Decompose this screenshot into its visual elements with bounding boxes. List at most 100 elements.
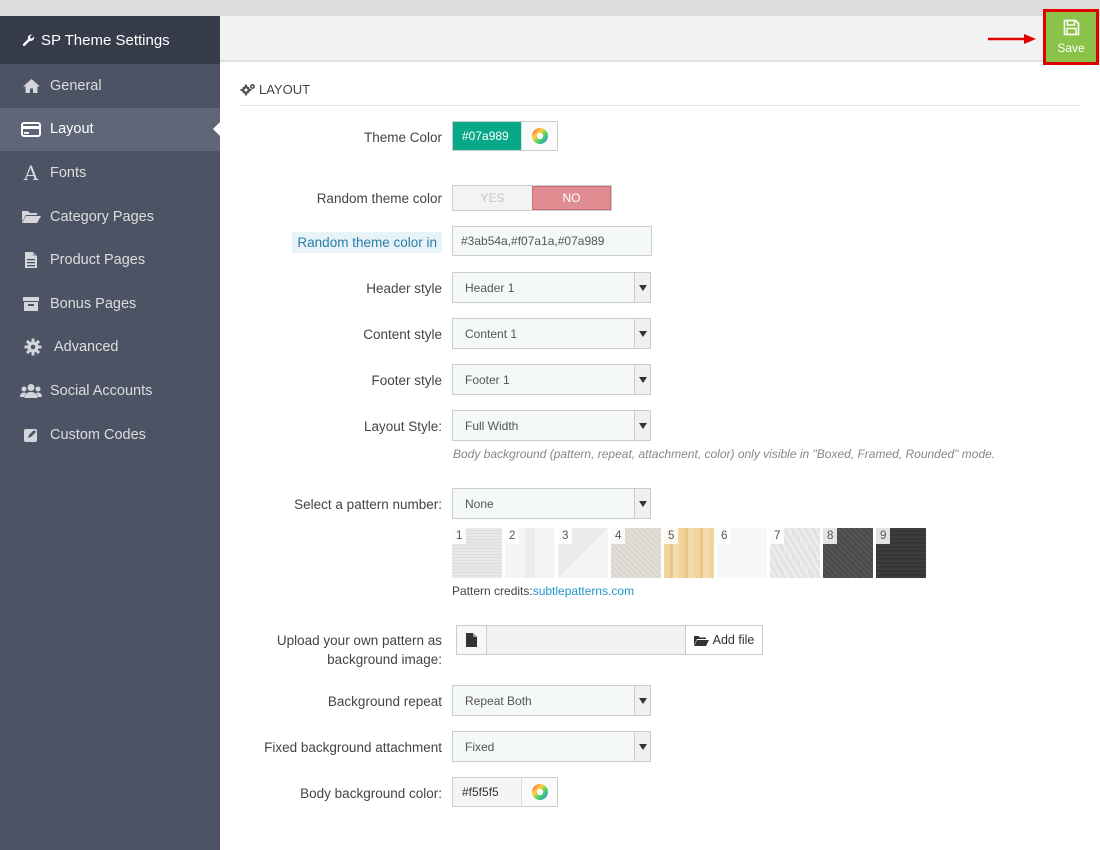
gear-icon <box>22 337 44 357</box>
sidebar-title: SP Theme Settings <box>41 31 170 49</box>
cogs-icon <box>240 83 256 99</box>
sidebar-item-label: Fonts <box>50 164 87 181</box>
content-style-label: Content style <box>363 327 442 342</box>
sidebar-item-label: Custom Codes <box>50 426 146 443</box>
file-icon <box>457 626 487 654</box>
random-theme-label: Random theme color <box>316 191 442 206</box>
pattern-select[interactable]: None <box>452 488 651 519</box>
font-icon: A <box>23 160 39 185</box>
pattern-swatch[interactable]: 9 <box>876 528 926 578</box>
sidebar-item-advanced[interactable]: Advanced <box>0 326 220 370</box>
pattern-credits: Pattern credits:subtlepatterns.com <box>452 584 634 598</box>
file-path-field[interactable] <box>487 626 685 654</box>
upload-label-line1: Upload your own pattern as <box>276 633 442 648</box>
theme-color-picker[interactable]: #07a989 <box>452 121 558 151</box>
pattern-swatch[interactable]: 2 <box>505 528 555 578</box>
sidebar-item-category-pages[interactable]: Category Pages <box>0 195 220 239</box>
sidebar-item-label: Layout <box>50 121 94 138</box>
arrow-right-icon <box>988 34 1036 44</box>
content-style-select[interactable]: Content 1 <box>452 318 651 349</box>
folder-open-icon <box>20 207 42 227</box>
sidebar-item-label: Category Pages <box>50 208 154 225</box>
upload-label-line2: background image: <box>327 652 442 667</box>
toggle-yes[interactable]: YES <box>453 186 532 210</box>
chevron-down-icon[interactable] <box>634 686 650 715</box>
top-strip <box>0 0 1100 16</box>
edit-icon <box>20 425 42 445</box>
sidebar-item-custom-codes[interactable]: Custom Codes <box>0 413 220 457</box>
sidebar-item-general[interactable]: General <box>0 64 220 108</box>
layout-style-label: Layout Style: <box>363 419 442 434</box>
chevron-down-icon[interactable] <box>634 489 650 518</box>
layout-hint: Body background (pattern, repeat, attach… <box>453 447 996 461</box>
sidebar-item-fonts[interactable]: A Fonts <box>0 151 220 195</box>
chevron-down-icon[interactable] <box>634 732 650 761</box>
random-colors-label: Random theme color in <box>220 232 442 253</box>
theme-color-label: Theme Color <box>363 130 442 145</box>
header-style-value: Header 1 <box>465 280 515 295</box>
credits-link[interactable]: subtlepatterns.com <box>533 584 634 598</box>
bg-repeat-value: Repeat Both <box>465 693 532 708</box>
pattern-number: 9 <box>876 528 891 544</box>
header-style-select[interactable]: Header 1 <box>452 272 651 303</box>
sidebar-item-label: Bonus Pages <box>50 295 137 312</box>
body-bg-color-label: Body background color: <box>300 786 442 801</box>
pattern-value: None <box>465 496 494 511</box>
sidebar-item-product-pages[interactable]: Product Pages <box>0 238 220 282</box>
chevron-down-icon[interactable] <box>634 273 650 302</box>
pattern-swatch[interactable]: 5 <box>664 528 714 578</box>
users-icon <box>20 381 42 401</box>
file-icon <box>20 250 42 270</box>
add-file-label: Add file <box>712 633 755 647</box>
credit-card-icon <box>20 119 42 139</box>
theme-color-value[interactable]: #07a989 <box>453 122 521 150</box>
layout-style-select[interactable]: Full Width <box>452 410 651 441</box>
color-wheel-icon[interactable] <box>521 778 557 806</box>
footer-style-value: Footer 1 <box>465 372 510 387</box>
folder-open-icon <box>693 635 709 646</box>
pattern-swatch[interactable]: 7 <box>770 528 820 578</box>
credits-prefix: Pattern credits: <box>452 584 533 598</box>
sidebar-item-social-accounts[interactable]: Social Accounts <box>0 369 220 413</box>
toolbar <box>220 16 1100 62</box>
pattern-number: 6 <box>717 528 732 544</box>
pattern-swatch[interactable]: 3 <box>558 528 608 578</box>
chevron-down-icon[interactable] <box>634 319 650 348</box>
bg-repeat-label: Background repeat <box>327 694 442 709</box>
bg-repeat-select[interactable]: Repeat Both <box>452 685 651 716</box>
pattern-number: 3 <box>558 528 573 544</box>
fixed-attachment-select[interactable]: Fixed <box>452 731 651 762</box>
sidebar-item-layout[interactable]: Layout <box>0 107 220 152</box>
content-style-value: Content 1 <box>465 326 518 341</box>
chevron-down-icon[interactable] <box>634 365 650 394</box>
chevron-down-icon[interactable] <box>634 411 650 440</box>
save-button[interactable]: Save <box>1043 9 1099 65</box>
sidebar-item-label: Product Pages <box>50 252 146 269</box>
add-file-button[interactable]: Add file <box>685 626 762 654</box>
pattern-number: 1 <box>452 528 467 544</box>
pattern-swatches: 1 2 3 4 5 6 7 8 9 <box>452 528 929 578</box>
archive-icon <box>20 294 42 314</box>
footer-style-select[interactable]: Footer 1 <box>452 364 651 395</box>
pattern-number: 5 <box>664 528 679 544</box>
pattern-swatch[interactable]: 4 <box>611 528 661 578</box>
random-colors-input[interactable]: #3ab54a,#f07a1a,#07a989 <box>452 226 652 256</box>
color-wheel-icon[interactable] <box>521 122 557 150</box>
floppy-disk-icon <box>1063 19 1080 39</box>
body-bg-color-picker[interactable]: #f5f5f5 <box>452 777 558 807</box>
pattern-swatch[interactable]: 8 <box>823 528 873 578</box>
pattern-swatch[interactable]: 1 <box>452 528 502 578</box>
sidebar: SP Theme Settings General Layout A Fonts… <box>0 16 220 850</box>
layout-style-value: Full Width <box>465 418 519 433</box>
pattern-swatch[interactable]: 6 <box>717 528 767 578</box>
fixed-attachment-label: Fixed background attachment <box>264 740 442 755</box>
home-icon <box>20 76 42 96</box>
pattern-number: 4 <box>611 528 626 544</box>
file-upload[interactable]: Add file <box>456 625 763 655</box>
body-bg-color-value[interactable]: #f5f5f5 <box>453 778 521 806</box>
random-theme-toggle[interactable]: YES NO <box>452 185 612 211</box>
sidebar-item-label: Social Accounts <box>50 382 153 399</box>
sidebar-header: SP Theme Settings <box>0 16 220 64</box>
toggle-no[interactable]: NO <box>531 186 611 210</box>
sidebar-item-bonus-pages[interactable]: Bonus Pages <box>0 282 220 326</box>
